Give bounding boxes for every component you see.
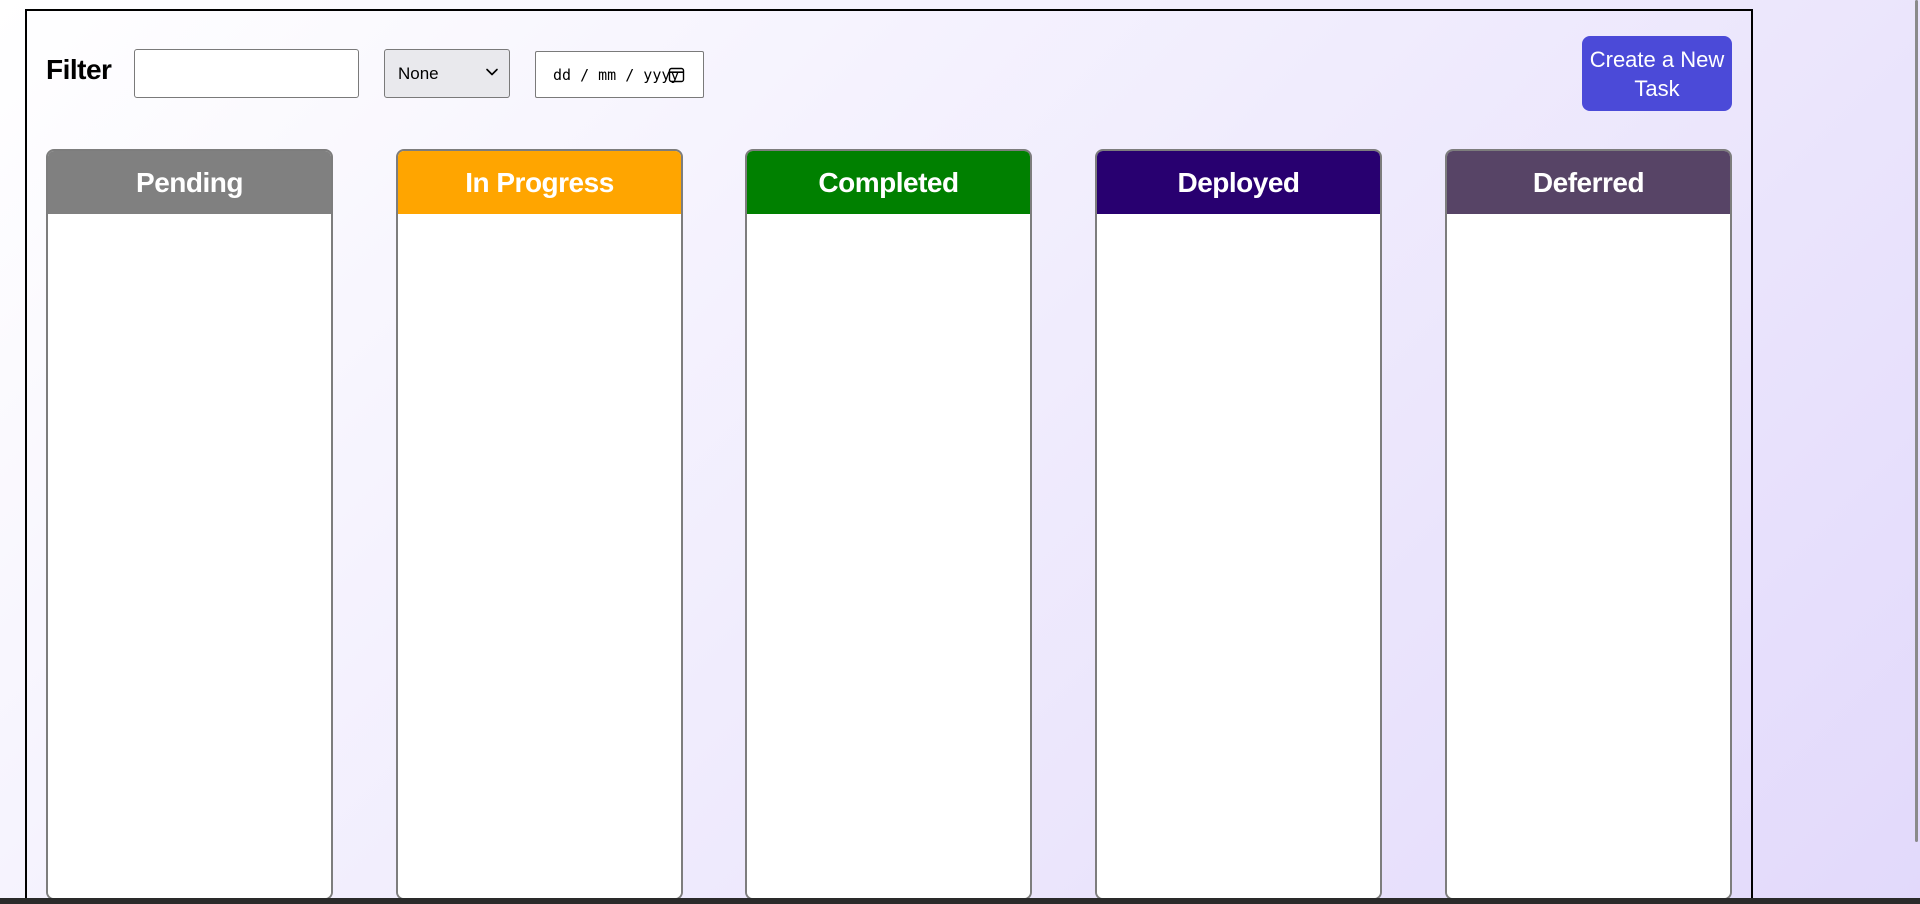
column-header-completed: Completed xyxy=(747,151,1030,214)
column-title-deferred: Deferred xyxy=(1532,166,1645,198)
priority-filter-select[interactable]: None xyxy=(384,49,510,98)
column-body-deployed[interactable] xyxy=(1097,214,1380,898)
column-body-deferred[interactable] xyxy=(1447,214,1730,898)
column-title-in-progress: In Progress xyxy=(465,166,614,198)
column-header-pending: Pending xyxy=(48,151,331,214)
column-body-in-progress[interactable] xyxy=(398,214,681,898)
column-deployed: Deployed xyxy=(1095,149,1382,900)
column-title-pending: Pending xyxy=(136,166,243,198)
chevron-down-icon xyxy=(486,68,498,76)
priority-select-value: None xyxy=(398,63,439,83)
page-scrollbar[interactable] xyxy=(1915,0,1918,842)
date-filter-input[interactable]: dd / mm / yyyy xyxy=(535,51,704,98)
create-task-button[interactable]: Create a New Task xyxy=(1582,36,1732,111)
column-body-completed[interactable] xyxy=(747,214,1030,898)
filter-search-input[interactable] xyxy=(134,49,359,98)
column-header-in-progress: In Progress xyxy=(398,151,681,214)
column-body-pending[interactable] xyxy=(48,214,331,898)
date-input-placeholder: dd / mm / yyyy xyxy=(553,65,680,84)
column-header-deployed: Deployed xyxy=(1097,151,1380,214)
column-completed: Completed xyxy=(745,149,1032,900)
create-task-button-label: Create a New Task xyxy=(1589,46,1725,101)
bottom-edge-bar xyxy=(0,898,1920,904)
column-header-deferred: Deferred xyxy=(1447,151,1730,214)
filter-label: Filter xyxy=(46,54,112,85)
column-deferred: Deferred xyxy=(1445,149,1732,900)
column-title-deployed: Deployed xyxy=(1177,166,1300,198)
calendar-icon[interactable] xyxy=(668,66,685,83)
column-pending: Pending xyxy=(46,149,333,900)
column-title-completed: Completed xyxy=(818,166,959,198)
column-in-progress: In Progress xyxy=(396,149,683,900)
